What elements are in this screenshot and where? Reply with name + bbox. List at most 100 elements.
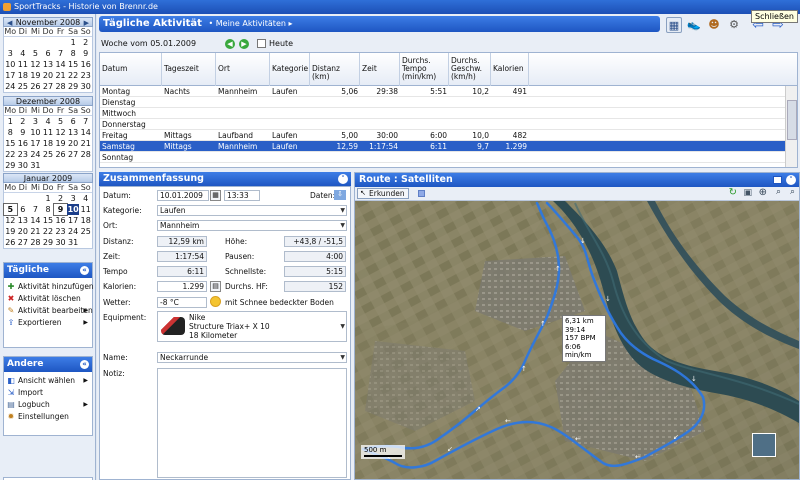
calendar-day[interactable]: 6 xyxy=(17,204,30,215)
table-scrollbar[interactable] xyxy=(785,86,797,167)
athlete-icon[interactable]: ☻ xyxy=(706,17,722,33)
calendar-day[interactable]: 26 xyxy=(29,81,42,92)
calendar-day[interactable]: 3 xyxy=(29,116,42,127)
calendar-day[interactable]: 24 xyxy=(4,81,17,92)
calendar-day[interactable]: 6 xyxy=(42,48,55,59)
calendar-day[interactable]: 5 xyxy=(29,48,42,59)
calendar-day[interactable]: 3 xyxy=(67,193,80,204)
calendar-day[interactable]: 16 xyxy=(54,215,67,226)
calendar-day[interactable]: 7 xyxy=(29,204,42,215)
calculator-icon[interactable]: ▤ xyxy=(210,281,221,292)
refresh-icon[interactable]: ↻ xyxy=(729,187,737,198)
distanz-field[interactable]: 12,59 km xyxy=(157,236,207,247)
equipment-field[interactable]: Nike Structure Triax+ X 10 18 Kilometer … xyxy=(157,311,347,342)
calendar-day[interactable]: 30 xyxy=(54,237,67,248)
calendar-day[interactable]: 23 xyxy=(54,226,67,237)
table-row[interactable]: Montag Nachts Mannheim Laufen 5,06 29:38 5:51 1… xyxy=(100,86,785,97)
calendar-day[interactable]: 9 xyxy=(79,48,92,59)
calendar-day[interactable]: 8 xyxy=(4,127,17,138)
collapse-icon[interactable]: ˅ xyxy=(338,174,348,184)
calendar-day[interactable]: 13 xyxy=(17,215,30,226)
task-item[interactable]: ◧ Ansicht wählen ▶ xyxy=(4,375,92,387)
calendar-day[interactable]: 21 xyxy=(79,138,92,149)
calendar-day[interactable]: 26 xyxy=(4,237,17,248)
calendar-day[interactable]: 25 xyxy=(42,149,55,160)
view-menu-icon[interactable] xyxy=(773,176,782,184)
calendar-day[interactable]: 12 xyxy=(4,215,17,226)
date-picker-icon[interactable]: ▦ xyxy=(210,190,221,201)
calendar-day[interactable]: 15 xyxy=(67,59,80,70)
calendar-day[interactable]: 2 xyxy=(79,37,92,48)
table-row[interactable]: Sonntag xyxy=(100,152,785,163)
col-geschw[interactable]: Durchs. Geschw. (km/h) xyxy=(449,53,491,86)
col-tageszeit[interactable]: Tageszeit xyxy=(162,53,216,86)
calendar-day[interactable]: 13 xyxy=(42,59,55,70)
col-kalorien[interactable]: Kalorien xyxy=(491,53,529,86)
calendar-day[interactable]: 10 xyxy=(29,127,42,138)
task-item[interactable]: ✎ Aktivität bearbeiten ▶ xyxy=(4,305,93,317)
calendar-day[interactable]: 27 xyxy=(17,237,30,248)
notiz-textarea[interactable] xyxy=(157,368,347,478)
calendar-day[interactable]: 4 xyxy=(79,193,92,204)
name-select[interactable]: Neckarrunde ▼ xyxy=(157,352,347,363)
calendar-day[interactable]: 20 xyxy=(17,226,30,237)
collapse-icon[interactable]: « xyxy=(80,266,89,275)
datum-field[interactable]: 10.01.2009 xyxy=(157,190,209,201)
calendar-day[interactable]: 1 xyxy=(67,37,80,48)
prev-month-icon[interactable]: ◀ xyxy=(7,19,12,28)
calendar-day[interactable]: 9 xyxy=(53,203,68,216)
calendar-day[interactable]: 20 xyxy=(67,138,80,149)
collapse-icon[interactable]: ˅ xyxy=(786,175,796,185)
table-row[interactable]: Samstag Mittags Mannheim Laufen 12,59 1:17:54… xyxy=(100,141,785,152)
tempo-field[interactable]: 6:11 xyxy=(157,266,207,277)
calendar-day[interactable]: 3 xyxy=(4,48,17,59)
calendar-day[interactable]: 21 xyxy=(29,226,42,237)
calendar-day[interactable]: 23 xyxy=(17,149,30,160)
calendar-day[interactable]: 17 xyxy=(4,70,17,81)
calendar-day[interactable]: 18 xyxy=(42,138,55,149)
calendar-day[interactable]: 27 xyxy=(42,81,55,92)
calendar-day[interactable]: 28 xyxy=(79,149,92,160)
calendar-day[interactable]: 30 xyxy=(17,160,30,171)
other-tasks-header[interactable]: Andere Aufgaben « xyxy=(4,357,92,384)
calendar-day[interactable]: 10 xyxy=(4,59,17,70)
sun-weather-icon[interactable] xyxy=(210,296,221,307)
calendar-day[interactable]: 24 xyxy=(67,226,80,237)
calendar-day[interactable]: 15 xyxy=(4,138,17,149)
col-distanz[interactable]: Distanz (km) xyxy=(310,53,360,86)
calendar-day[interactable]: 1 xyxy=(4,116,17,127)
scrollbar-thumb[interactable] xyxy=(787,100,797,140)
calendar-day[interactable]: 12 xyxy=(54,127,67,138)
calendar-day[interactable]: 14 xyxy=(29,215,42,226)
explore-button[interactable]: ↖ Erkunden xyxy=(357,188,409,199)
calendar-day[interactable]: 31 xyxy=(67,237,80,248)
calendar-day[interactable]: 28 xyxy=(54,81,67,92)
calendar-day[interactable]: 22 xyxy=(67,70,80,81)
calendar-day[interactable]: 7 xyxy=(79,116,92,127)
calendar-day[interactable]: 22 xyxy=(42,226,55,237)
calendar-day[interactable]: 11 xyxy=(79,204,92,215)
col-datum[interactable]: Datum xyxy=(100,53,162,86)
kalorien-field[interactable]: 1.299 xyxy=(157,281,207,292)
pausen-field[interactable]: 4:00 xyxy=(284,251,346,262)
calendar-day[interactable]: 24 xyxy=(29,149,42,160)
calendar-day[interactable]: 25 xyxy=(79,226,92,237)
next-month-icon[interactable]: ▶ xyxy=(84,19,89,28)
calendar-day[interactable]: 11 xyxy=(42,127,55,138)
calendar-day[interactable]: 17 xyxy=(67,215,80,226)
calendar-day[interactable]: 18 xyxy=(17,70,30,81)
task-item[interactable]: ✹ Einstellungen xyxy=(4,411,92,423)
ort-select[interactable]: Mannheim ▼ xyxy=(157,220,347,231)
calendar-day[interactable]: 31 xyxy=(29,160,42,171)
wetter-temp-field[interactable]: -8 °C xyxy=(157,297,207,308)
calendar-day[interactable]: 19 xyxy=(4,226,17,237)
zoom-out-icon[interactable]: ⌕ xyxy=(790,187,795,197)
calendar-day[interactable]: 19 xyxy=(54,138,67,149)
calendar-day[interactable]: 5 xyxy=(3,203,18,216)
next-week-icon[interactable]: ▶ xyxy=(239,39,249,49)
col-zeit[interactable]: Zeit xyxy=(360,53,400,86)
calendar-day[interactable]: 11 xyxy=(17,59,30,70)
calendar-day[interactable]: 8 xyxy=(42,204,55,215)
col-tempo[interactable]: Durchs. Tempo (min/km) xyxy=(400,53,449,86)
calendar-day[interactable]: 9 xyxy=(17,127,30,138)
